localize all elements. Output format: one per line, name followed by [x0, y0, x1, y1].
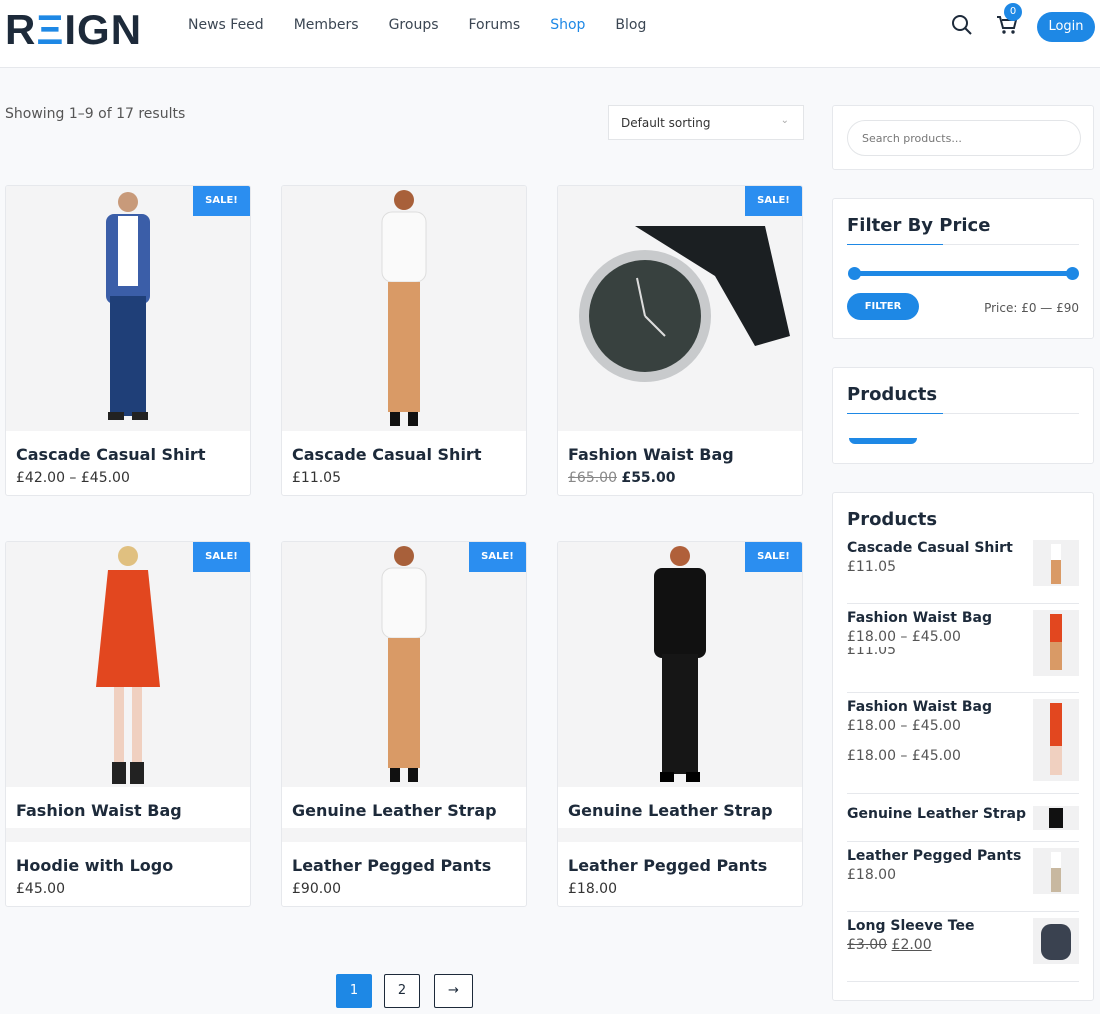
tab-indicator [849, 438, 917, 444]
product-card[interactable]: SALE! Genuine Leather Strap Leather Pegg… [281, 541, 527, 907]
product-image[interactable]: SALE! [6, 542, 250, 787]
product-image[interactable]: SALE! [6, 186, 250, 431]
product-price: £65.00 £55.00 [558, 464, 802, 492]
product-overlay-title[interactable]: Genuine Leather Strap [282, 787, 526, 820]
divider [847, 244, 1079, 245]
sale-badge: SALE! [745, 542, 802, 572]
product-overlay-title[interactable]: Genuine Leather Strap [558, 787, 802, 820]
nav-forums[interactable]: Forums [469, 17, 521, 33]
nav-groups[interactable]: Groups [389, 17, 439, 33]
image-fragment [282, 828, 526, 842]
product-price: £11.05 [292, 470, 341, 486]
product-overlay-title[interactable]: Fashion Waist Bag [6, 787, 250, 820]
image-fragment [6, 828, 250, 842]
list-item[interactable]: Fashion Waist Bag £18.00 – £45.00 £18.00 –… [847, 693, 1079, 794]
nav-shop[interactable]: Shop [550, 17, 585, 33]
item-thumbnail[interactable] [1033, 848, 1079, 894]
site-header: RΞIGN News Feed Members Groups Forums Sh… [0, 0, 1100, 68]
result-count: Showing 1–9 of 17 results [5, 106, 186, 122]
sale-price: £2.00 [891, 937, 932, 953]
sale-badge: SALE! [469, 542, 526, 572]
slider-handle-max[interactable] [1066, 267, 1079, 280]
chevron-down-icon: ⌄ [780, 115, 789, 126]
product-title[interactable]: Cascade Casual Shirt [6, 431, 250, 464]
image-fragment [558, 828, 802, 842]
sale-badge: SALE! [745, 186, 802, 216]
product-image[interactable] [282, 186, 526, 431]
product-search-input[interactable]: Search products... [847, 120, 1081, 156]
old-price: £3.00 [847, 937, 888, 953]
list-item[interactable]: Fashion Waist Bag £18.00 – £45.00 £11.05 [847, 604, 1079, 693]
product-title[interactable]: Fashion Waist Bag [558, 431, 802, 464]
item-thumbnail[interactable] [1033, 699, 1079, 781]
widget-title: Filter By Price [847, 215, 991, 236]
list-item[interactable]: Long Sleeve Tee £3.00 £2.00 [847, 912, 1079, 982]
list-item[interactable]: Leather Pegged Pants £18.00 [847, 842, 1079, 912]
nav-members[interactable]: Members [294, 17, 359, 33]
products-list-widget: Products Cascade Casual Shirt £11.05 Fash… [832, 492, 1094, 1001]
search-icon[interactable] [951, 14, 973, 36]
cart-count-badge: 0 [1004, 3, 1022, 21]
product-card[interactable]: SALE! Fashion Waist Bag Hoodie with Logo… [5, 541, 251, 907]
product-image[interactable]: SALE! [282, 542, 526, 787]
product-card[interactable]: SALE! Fashion Waist Bag £65.00 £55.00 [557, 185, 803, 496]
product-card[interactable]: Cascade Casual Shirt £11.05 [281, 185, 527, 496]
search-widget: Search products... [832, 105, 1094, 170]
login-button[interactable]: Login [1037, 12, 1095, 42]
product-card[interactable]: SALE! Cascade Casual Shirt £42.00 – £45.… [5, 185, 251, 496]
product-title[interactable]: Leather Pegged Pants [282, 842, 526, 875]
list-item[interactable]: Cascade Casual Shirt £11.05 [847, 534, 1079, 604]
slider-handle-min[interactable] [848, 267, 861, 280]
price-filter-widget: Filter By Price FILTER Price: £0 — £90 [832, 198, 1094, 339]
divider [847, 413, 1079, 414]
product-price: £42.00 – £45.00 [16, 470, 130, 486]
price-slider[interactable] [848, 267, 1079, 280]
sale-badge: SALE! [193, 186, 250, 216]
sale-price: £55.00 [621, 470, 676, 486]
product-price: £45.00 [16, 881, 65, 897]
widget-title: Products [847, 384, 938, 405]
item-thumbnail[interactable] [1033, 918, 1079, 964]
logo[interactable]: RΞIGN [5, 6, 142, 54]
price-range-label: Price: £0 — £90 [984, 301, 1079, 315]
item-thumbnail[interactable] [1033, 540, 1079, 586]
products-widget: Products [832, 367, 1094, 464]
widget-title: Products [847, 509, 938, 530]
product-price: £90.00 [292, 881, 341, 897]
page-2-button[interactable]: 2 [384, 974, 420, 1008]
list-item[interactable]: Genuine Leather Strap [847, 794, 1079, 842]
product-image[interactable]: SALE! [558, 542, 802, 787]
nav-news-feed[interactable]: News Feed [188, 17, 264, 33]
product-card[interactable]: SALE! Genuine Leather Strap Leather Pegg… [557, 541, 803, 907]
next-page-button[interactable]: → [434, 974, 473, 1008]
product-title[interactable]: Leather Pegged Pants [558, 842, 802, 875]
old-price: £65.00 [568, 470, 617, 486]
sorting-select[interactable]: Default sorting ⌄ [608, 105, 804, 140]
product-title[interactable]: Hoodie with Logo [6, 842, 250, 875]
page-1-button[interactable]: 1 [336, 974, 372, 1008]
item-thumbnail[interactable] [1033, 610, 1079, 676]
sorting-value: Default sorting [621, 116, 711, 130]
nav-blog[interactable]: Blog [615, 17, 646, 33]
sale-badge: SALE! [193, 542, 250, 572]
item-thumbnail[interactable] [1033, 806, 1079, 830]
product-image[interactable]: SALE! [558, 186, 802, 431]
main-nav: News Feed Members Groups Forums Shop Blo… [188, 17, 646, 33]
product-title[interactable]: Cascade Casual Shirt [282, 431, 526, 464]
filter-button[interactable]: FILTER [847, 293, 919, 320]
product-price: £18.00 [568, 881, 617, 897]
